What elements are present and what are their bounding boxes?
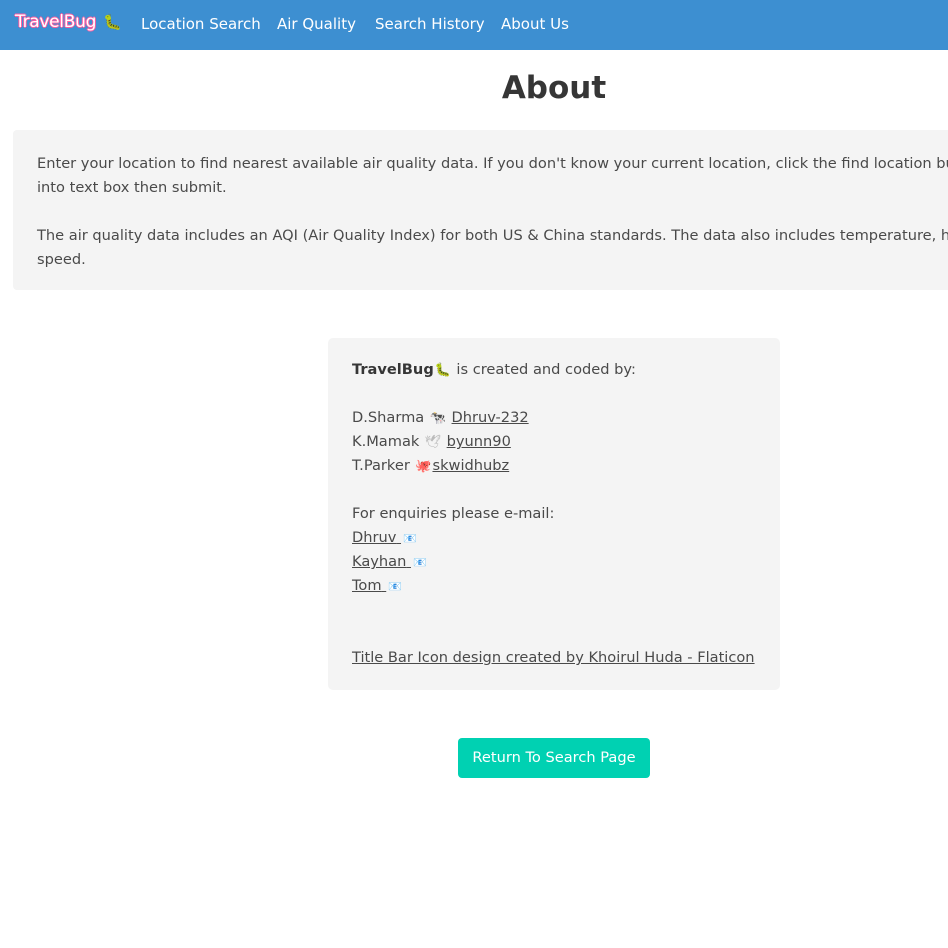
attribution-row: Title Bar Icon design created by Khoirul…: [352, 646, 780, 670]
author-row: K.Mamak 🕊 byunn90: [352, 430, 780, 454]
intro-text-line: speed.: [37, 251, 86, 268]
author-name: K.Mamak: [352, 433, 420, 450]
nav-about-us[interactable]: About Us: [501, 15, 569, 33]
enquiries-label: For enquiries please e-mail:: [352, 505, 555, 522]
intro-panel: Enter your location to find nearest avai…: [13, 130, 948, 290]
intro-paragraph-1: Enter your location to find nearest avai…: [37, 152, 948, 200]
octopus-icon: 🐙: [415, 459, 432, 474]
flaticon-attribution-link[interactable]: Title Bar Icon design created by Khoirul…: [352, 649, 755, 666]
intro-text-line: Enter your location to find nearest avai…: [37, 155, 948, 172]
bird-icon: 🕊: [424, 435, 442, 450]
author-name: D.Sharma: [352, 409, 425, 426]
credits-panel: TravelBug🐛 is created and coded by: D.Sh…: [328, 338, 780, 690]
email-row: Dhruv 📧: [352, 526, 780, 550]
caterpillar-icon: 🐛: [434, 363, 451, 378]
email-row: Kayhan 📧: [352, 550, 780, 574]
product-name: TravelBug: [352, 361, 434, 378]
nav-search-history[interactable]: Search History: [375, 15, 485, 33]
author-github-link[interactable]: skwidhubz: [432, 457, 509, 474]
envelope-icon: 📧: [388, 580, 403, 593]
email-label: Tom: [352, 577, 382, 594]
email-link-kayhan[interactable]: Kayhan 📧: [352, 553, 429, 570]
nav-location-search[interactable]: Location Search: [141, 15, 261, 33]
brand-name: TravelBug: [15, 12, 97, 32]
email-link-tom[interactable]: Tom 📧: [352, 577, 404, 594]
email-label: Dhruv: [352, 529, 397, 546]
email-link-dhruv[interactable]: Dhruv 📧: [352, 529, 419, 546]
nav-air-quality[interactable]: Air Quality: [277, 15, 356, 33]
credits-heading: TravelBug🐛 is created and coded by:: [352, 358, 780, 382]
author-github-link[interactable]: byunn90: [447, 433, 511, 450]
cow-icon: 🐄: [429, 411, 446, 426]
author-row: T.Parker 🐙skwidhubz: [352, 454, 780, 478]
intro-text-line: The air quality data includes an AQI (Ai…: [37, 227, 948, 244]
author-row: D.Sharma 🐄 Dhruv-232: [352, 406, 780, 430]
author-name: T.Parker: [352, 457, 410, 474]
top-navbar: TravelBug 🐛 Location Search Air Quality …: [0, 0, 948, 50]
envelope-icon: 📧: [403, 532, 417, 545]
email-row: Tom 📧: [352, 574, 780, 598]
intro-paragraph-2: The air quality data includes an AQI (Ai…: [37, 224, 948, 272]
intro-text-line: into text box then submit.: [37, 179, 227, 196]
email-label: Kayhan: [352, 553, 407, 570]
page-title: About: [501, 70, 607, 106]
brand-logo[interactable]: TravelBug 🐛: [15, 12, 122, 32]
envelope-icon: 📧: [413, 556, 427, 569]
caterpillar-icon: 🐛: [103, 13, 122, 31]
author-github-link[interactable]: Dhruv-232: [452, 409, 529, 426]
created-by-text: is created and coded by:: [456, 361, 636, 378]
return-to-search-button[interactable]: Return To Search Page: [458, 738, 650, 778]
